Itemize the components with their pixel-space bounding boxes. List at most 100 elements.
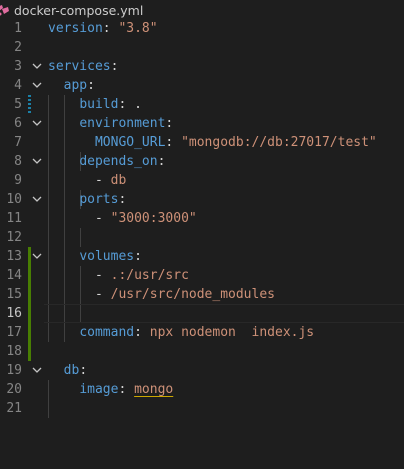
- line-number: 18: [6, 344, 22, 359]
- line-number: 17: [6, 325, 22, 340]
- code-line[interactable]: 14 - .:/usr/src: [0, 266, 404, 285]
- line-number: 21: [6, 401, 22, 416]
- line-content: environment:: [48, 114, 173, 133]
- fold-chevron-icon[interactable]: [31, 76, 43, 95]
- line-number: 3: [14, 59, 22, 74]
- yaml-separator: :: [118, 97, 135, 112]
- yaml-separator: :: [79, 363, 88, 378]
- code-editor[interactable]: docker-compose.yml 1 version: "3.8" 2 3 serv…: [0, 0, 404, 469]
- yaml-key: app: [63, 78, 88, 93]
- line-number: 4: [14, 78, 22, 93]
- line-number: 1: [14, 21, 22, 36]
- code-line[interactable]: 2: [0, 38, 404, 57]
- code-line[interactable]: 11 - "3000:3000": [0, 209, 404, 228]
- code-line[interactable]: 3 services:: [0, 57, 404, 76]
- yaml-value: mongo: [134, 382, 174, 397]
- line-content: services:: [48, 57, 118, 76]
- code-line[interactable]: 19 db:: [0, 361, 404, 380]
- code-line[interactable]: 5 build: .: [0, 95, 404, 114]
- line-number: 11: [6, 211, 22, 226]
- yaml-separator: :: [134, 325, 150, 340]
- line-number: 13: [6, 249, 22, 264]
- line-content: - db: [48, 171, 126, 190]
- fold-chevron-icon[interactable]: [31, 152, 43, 171]
- line-content: version: "3.8": [48, 19, 158, 38]
- fold-chevron-icon[interactable]: [31, 247, 43, 266]
- code-line[interactable]: 8 depends_on:: [0, 152, 404, 171]
- line-number: 2: [14, 40, 22, 55]
- yaml-separator: :: [102, 21, 119, 36]
- line-content: app:: [48, 76, 95, 95]
- code-line[interactable]: 6 environment:: [0, 114, 404, 133]
- yaml-value: "3000:3000": [110, 211, 197, 226]
- code-line[interactable]: 18: [0, 342, 404, 361]
- fold-chevron-icon[interactable]: [31, 57, 43, 76]
- line-number: 20: [6, 382, 22, 397]
- line-content: - /usr/src/node_modules: [48, 285, 275, 304]
- yaml-key: command: [79, 325, 135, 340]
- file-tab-label: docker-compose.yml: [14, 2, 144, 18]
- fold-chevron-icon[interactable]: [31, 190, 43, 209]
- code-line[interactable]: 10 ports:: [0, 190, 404, 209]
- line-content: db:: [48, 361, 87, 380]
- yaml-value: /usr/src/node_modules: [110, 287, 275, 302]
- code-line[interactable]: 13 volumes:: [0, 247, 404, 266]
- yaml-value: .:/usr/src: [110, 268, 189, 283]
- yaml-key: volumes: [79, 249, 135, 264]
- code-lines[interactable]: 1 version: "3.8" 2 3 services: 4 app: 5 build:…: [0, 19, 404, 418]
- yaml-key: db: [63, 363, 80, 378]
- line-number: 5: [14, 97, 22, 112]
- fold-chevron-icon[interactable]: [31, 361, 43, 380]
- line-content: MONGO_URL: "mongodb://db:27017/test": [48, 133, 377, 152]
- code-line[interactable]: 17 command: npx nodemon index.js: [0, 323, 404, 342]
- code-line[interactable]: 7 MONGO_URL: "mongodb://db:27017/test": [0, 133, 404, 152]
- code-line[interactable]: 1 version: "3.8": [0, 19, 404, 38]
- yaml-value: db: [110, 173, 127, 188]
- yaml-key: depends_on: [79, 154, 158, 169]
- line-content: command: npx nodemon index.js: [48, 323, 314, 342]
- line-content: - "3000:3000": [48, 209, 197, 228]
- yaml-separator: :: [110, 59, 119, 74]
- docker-compose-file-icon: [0, 3, 10, 17]
- line-number: 19: [6, 363, 22, 378]
- yaml-separator: :: [118, 192, 127, 207]
- code-line[interactable]: 21: [0, 399, 404, 418]
- line-number: 16: [6, 306, 22, 321]
- list-dash: -: [94, 268, 111, 283]
- line-number: 14: [6, 268, 22, 283]
- yaml-separator: :: [165, 135, 182, 150]
- list-dash: -: [94, 211, 111, 226]
- code-line[interactable]: 16: [0, 304, 404, 323]
- line-number: 10: [6, 192, 22, 207]
- yaml-key: image: [79, 382, 119, 397]
- line-content: volumes:: [48, 247, 142, 266]
- line-number: 8: [14, 154, 22, 169]
- code-line[interactable]: 20 image: mongo: [0, 380, 404, 399]
- line-number: 6: [14, 116, 22, 131]
- yaml-value: .: [134, 97, 142, 112]
- yaml-separator: :: [157, 154, 166, 169]
- yaml-key: MONGO_URL: [94, 135, 166, 150]
- code-line[interactable]: 15 - /usr/src/node_modules: [0, 285, 404, 304]
- list-dash: -: [94, 287, 111, 302]
- list-dash: -: [94, 173, 111, 188]
- line-number: 7: [14, 135, 22, 150]
- code-line[interactable]: 12: [0, 228, 404, 247]
- yaml-separator: :: [165, 116, 174, 131]
- code-line[interactable]: 9 - db: [0, 171, 404, 190]
- code-line[interactable]: 4 app:: [0, 76, 404, 95]
- fold-chevron-icon[interactable]: [31, 114, 43, 133]
- file-tab[interactable]: docker-compose.yml: [0, 0, 404, 20]
- yaml-key: services: [48, 59, 111, 74]
